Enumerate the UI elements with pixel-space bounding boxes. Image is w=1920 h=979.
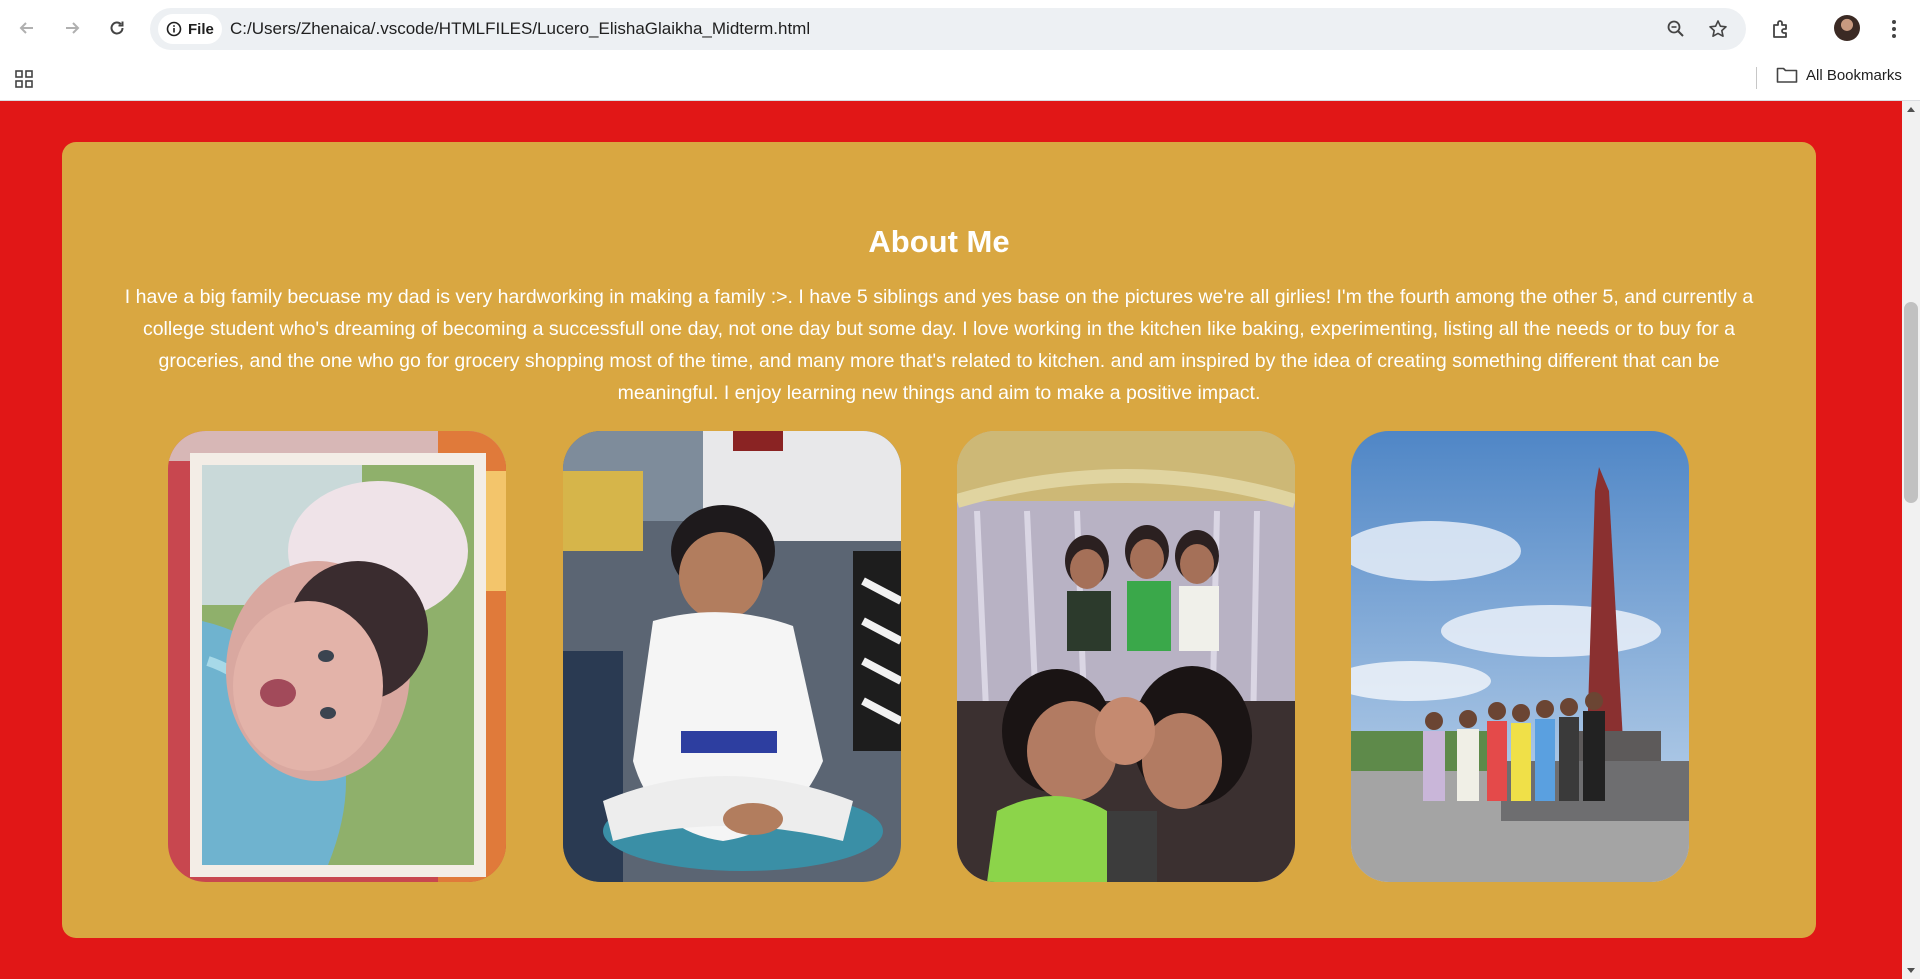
apps-grid-icon [15, 70, 33, 88]
bookmark-star-button[interactable] [1706, 17, 1730, 41]
sisters-photo [957, 431, 1295, 882]
zoom-icon [1667, 20, 1684, 37]
chip-label: File [188, 20, 214, 38]
address-bar[interactable]: File C:/Users/Zhenaica/.vscode/HTMLFILES… [150, 8, 1746, 50]
page-viewport: About Me I have a big family becuase my … [0, 101, 1902, 979]
about-text: I have a big family becuase my dad is ve… [124, 286, 1754, 404]
back-button[interactable] [10, 11, 44, 45]
forward-button[interactable] [55, 11, 89, 45]
menu-button[interactable] [1877, 12, 1911, 46]
star-icon [1709, 20, 1727, 37]
page-scrollbar[interactable] [1902, 101, 1920, 979]
profile-avatar[interactable] [1834, 15, 1860, 41]
zoom-button[interactable] [1664, 17, 1688, 41]
info-icon [166, 21, 182, 37]
scroll-down-arrow-icon[interactable] [1907, 968, 1915, 973]
reload-button[interactable] [100, 11, 134, 45]
extensions-icon [1773, 20, 1787, 38]
baby-image [168, 431, 506, 882]
karate-image [563, 431, 901, 882]
site-info-chip[interactable]: File [158, 14, 222, 44]
about-title: About Me [868, 224, 1010, 259]
bookmarks-divider [1756, 67, 1757, 89]
bookmarks-bar: All Bookmarks [0, 58, 1920, 101]
url-text[interactable]: C:/Users/Zhenaica/.vscode/HTMLFILES/Luce… [230, 19, 810, 39]
monument-photo [1351, 431, 1689, 882]
extensions-button[interactable] [1764, 12, 1798, 46]
menu-icon [1892, 20, 1896, 38]
back-icon [19, 22, 33, 34]
baby-photo [168, 431, 506, 882]
scroll-up-arrow-icon[interactable] [1907, 107, 1915, 112]
all-bookmarks-button[interactable]: All Bookmarks [1776, 66, 1902, 84]
all-bookmarks-label: All Bookmarks [1806, 66, 1902, 84]
forward-icon [66, 22, 80, 34]
browser-toolbar: File C:/Users/Zhenaica/.vscode/HTMLFILES… [0, 0, 1920, 58]
karate-photo [563, 431, 901, 882]
folder-icon [1776, 67, 1798, 83]
apps-button[interactable] [12, 67, 36, 91]
monument-image [1351, 431, 1689, 882]
scrollbar-thumb[interactable] [1904, 302, 1918, 503]
reload-icon [110, 21, 124, 35]
sisters-image [957, 431, 1295, 882]
about-me-section: About Me I have a big family becuase my … [62, 142, 1816, 938]
